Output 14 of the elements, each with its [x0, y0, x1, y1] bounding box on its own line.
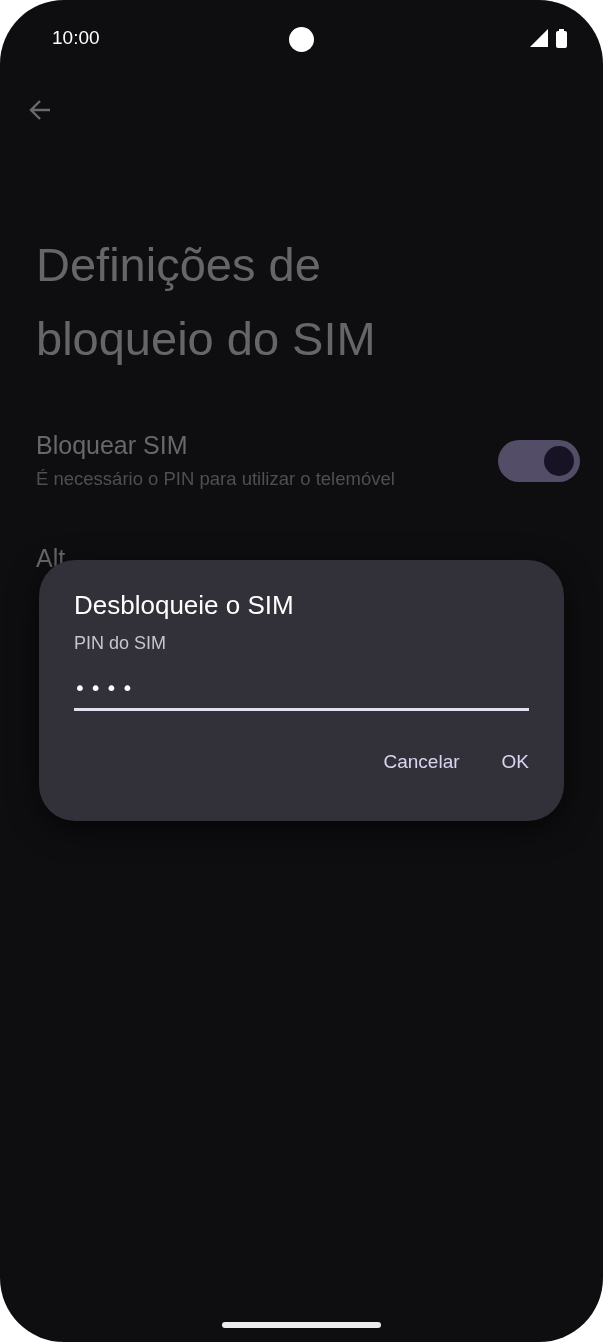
dialog-title: Desbloqueie o SIM	[74, 590, 295, 621]
dialog-button[interactable]: OK	[487, 743, 543, 781]
setting-subtitle: É necessário o PIN para utilizar o telemóvel	[36, 468, 395, 490]
camera-hole	[289, 27, 314, 52]
pin-field[interactable]: ••••	[74, 668, 529, 711]
battery-icon	[556, 28, 567, 48]
signal-icon	[530, 29, 548, 47]
back-arrow-icon	[28, 98, 52, 122]
field-label: PIN do SIM	[74, 633, 167, 654]
setting-title: Bloquear SIM	[36, 431, 189, 460]
page-title: Definições de bloqueio do SIM	[36, 237, 377, 367]
toggle-switch[interactable]	[498, 439, 580, 482]
status-time: 10:00	[52, 27, 100, 49]
dialog-button[interactable]: Cancelar	[369, 743, 474, 781]
